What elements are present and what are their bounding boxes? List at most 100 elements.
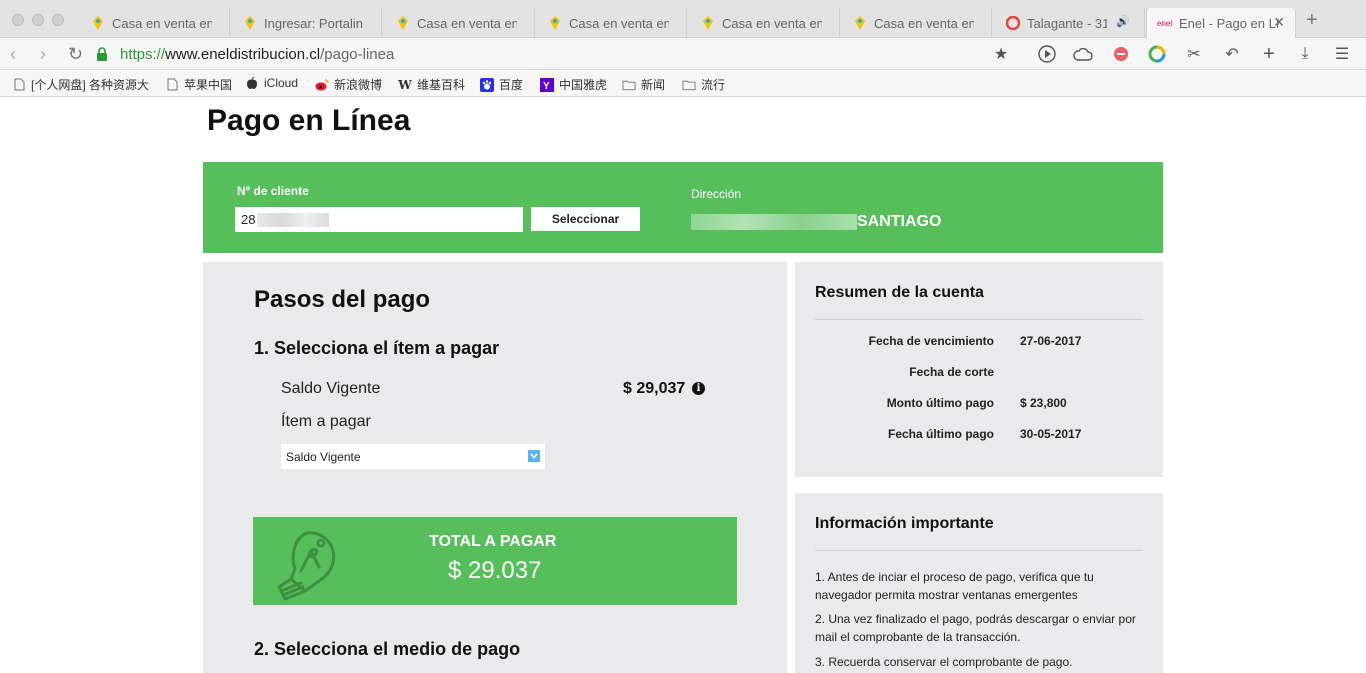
browser-tab-active[interactable]: enel Enel - Pago en Lí ✕: [1146, 8, 1296, 38]
new-tab-button[interactable]: +: [1306, 10, 1318, 30]
pin-icon: [242, 15, 258, 31]
svg-text:Y: Y: [543, 81, 550, 92]
bookmark-item[interactable]: 百度: [480, 76, 523, 93]
speaker-icon[interactable]: 🔊: [1116, 15, 1130, 28]
steps-title: Pasos del pago: [254, 286, 431, 313]
browser-toolbar: ‹ › ↻ https:// www.eneldistribucion.cl /…: [0, 38, 1366, 70]
info-item: 3. Recuerda conservar el comprobante de …: [815, 655, 1073, 669]
step1-title: 1. Selecciona el ítem a pagar: [254, 338, 500, 358]
browser-tab[interactable]: Talagante - 31 🔊: [995, 8, 1145, 38]
bookmark-item[interactable]: 流行: [682, 76, 725, 93]
summary-row-label: Fecha de vencimiento: [868, 334, 994, 348]
tab-label: Casa en venta en: [112, 15, 212, 31]
star-icon[interactable]: ★: [991, 44, 1011, 64]
redacted-value: [257, 212, 330, 227]
page-title: Pago en Línea: [207, 104, 411, 137]
window-minimize-button[interactable]: [32, 14, 44, 26]
item-label: Ítem a pagar: [281, 413, 371, 430]
chevron-down-icon: [528, 450, 540, 462]
browser-tab[interactable]: Casa en venta en: [537, 8, 687, 38]
scissors-icon[interactable]: ✂: [1184, 44, 1204, 64]
block-icon[interactable]: [1111, 44, 1131, 64]
bookmark-label: 百度: [499, 78, 524, 92]
wikipedia-icon: W: [398, 77, 412, 92]
yahoo-icon: Y: [540, 77, 554, 92]
step2-title: 2. Selecciona el medio de pago: [254, 639, 521, 659]
weibo-icon: [315, 78, 329, 92]
saldo-value: $ 29,037: [623, 380, 686, 397]
address-city: SANTIAGO: [857, 213, 942, 230]
forward-icon[interactable]: ›: [40, 44, 46, 64]
bookmark-label: [个人网盘] 各种资源大: [31, 78, 150, 92]
pin-icon: [700, 15, 716, 31]
menu-icon[interactable]: ☰: [1332, 44, 1352, 64]
color-wheel-icon[interactable]: [1147, 44, 1167, 64]
reload-icon[interactable]: ↻: [68, 44, 83, 64]
cloud-icon[interactable]: [1073, 44, 1093, 64]
bookmark-item[interactable]: 新闻: [622, 76, 665, 93]
bookmark-item[interactable]: [个人网盘] 各种资源大: [12, 76, 149, 93]
summary-title: Resumen de la cuenta: [815, 284, 984, 301]
browser-tab[interactable]: Casa en venta en: [80, 8, 230, 38]
pin-icon: [90, 15, 106, 31]
select-client-button[interactable]: Seleccionar: [531, 207, 640, 231]
lock-icon: [96, 47, 110, 61]
info-title: Información importante: [815, 515, 994, 532]
client-number-input[interactable]: 28: [235, 207, 523, 232]
page-icon: [12, 78, 26, 92]
close-tab-icon[interactable]: ✕: [1273, 14, 1285, 31]
back-icon[interactable]: ‹: [10, 44, 16, 64]
bookmark-item[interactable]: Y 中国雅虎: [540, 76, 607, 93]
bookmark-label: 苹果中国: [184, 78, 233, 92]
important-info-panel: Información importante 1. Antes de incia…: [795, 493, 1163, 673]
bookmark-label: 流行: [701, 78, 726, 92]
summary-row-label: Monto último pago: [886, 396, 994, 410]
browser-tab[interactable]: Casa en venta en: [385, 8, 535, 38]
record-icon: [1005, 15, 1021, 31]
bookmark-item[interactable]: W 维基百科: [398, 76, 465, 93]
total-label: TOTAL A PAGAR: [429, 533, 557, 550]
baidu-icon: [480, 77, 494, 92]
redacted-address: [691, 214, 857, 230]
payment-steps-panel: Pasos del pago 1. Selecciona el ítem a p…: [203, 262, 787, 673]
plus-icon[interactable]: +: [1259, 43, 1279, 65]
summary-row: Fecha de corte: [795, 365, 1163, 383]
window-close-button[interactable]: [12, 14, 24, 26]
bookmark-label: 维基百科: [417, 78, 466, 92]
address-bar[interactable]: https:// www.eneldistribucion.cl /pago-l…: [96, 42, 976, 66]
tab-label: Casa en venta en: [722, 15, 822, 31]
window-zoom-button[interactable]: [52, 14, 64, 26]
summary-row: Fecha de vencimiento 27-06-2017: [795, 334, 1163, 352]
download-icon[interactable]: ⤓: [1295, 44, 1315, 64]
tab-label: Casa en venta en: [569, 15, 669, 31]
tab-label: Casa en venta en: [417, 15, 517, 31]
play-icon[interactable]: [1037, 44, 1057, 64]
browser-tab-bar: Casa en venta en Ingresar: Portalin Casa…: [0, 0, 1366, 38]
bookmark-item[interactable]: 新浪微博: [315, 76, 382, 93]
bookmark-item[interactable]: 苹果中国: [165, 76, 232, 93]
tab-label: Casa en venta en: [874, 15, 974, 31]
folder-icon: [622, 78, 636, 92]
info-item: 2. Una vez finalizado el pago, podrás de…: [815, 612, 1136, 644]
undo-icon[interactable]: ↶: [1222, 44, 1242, 64]
bookmarks-bar: [个人网盘] 各种资源大 苹果中国 iCloud 新浪微博 W 维基百科 百度 …: [0, 70, 1366, 97]
summary-row-value: $ 23,800: [1020, 396, 1067, 410]
browser-tab[interactable]: Casa en venta en: [842, 8, 992, 38]
pin-icon: [852, 15, 868, 31]
summary-row-value: 30-05-2017: [1020, 427, 1082, 441]
bookmark-label: iCloud: [264, 76, 299, 90]
summary-row-value: 27-06-2017: [1020, 334, 1082, 348]
tab-label: Ingresar: Portalin: [264, 15, 363, 31]
browser-tab[interactable]: Ingresar: Portalin: [232, 8, 382, 38]
browser-tab[interactable]: Casa en venta en: [690, 8, 840, 38]
bookmark-item[interactable]: iCloud: [245, 76, 298, 90]
total-box: TOTAL A PAGAR $ 29.037: [253, 517, 737, 605]
url-path: /pago-linea: [320, 45, 395, 63]
item-select[interactable]: Saldo Vigente: [281, 444, 545, 469]
total-value: $ 29.037: [448, 557, 542, 584]
tab-label: Talagante - 31: [1027, 15, 1107, 31]
enel-icon: enel: [1157, 15, 1173, 31]
info-icon[interactable]: i: [692, 382, 705, 395]
lightbulb-icon: [261, 521, 345, 605]
apple-icon: [245, 76, 259, 90]
